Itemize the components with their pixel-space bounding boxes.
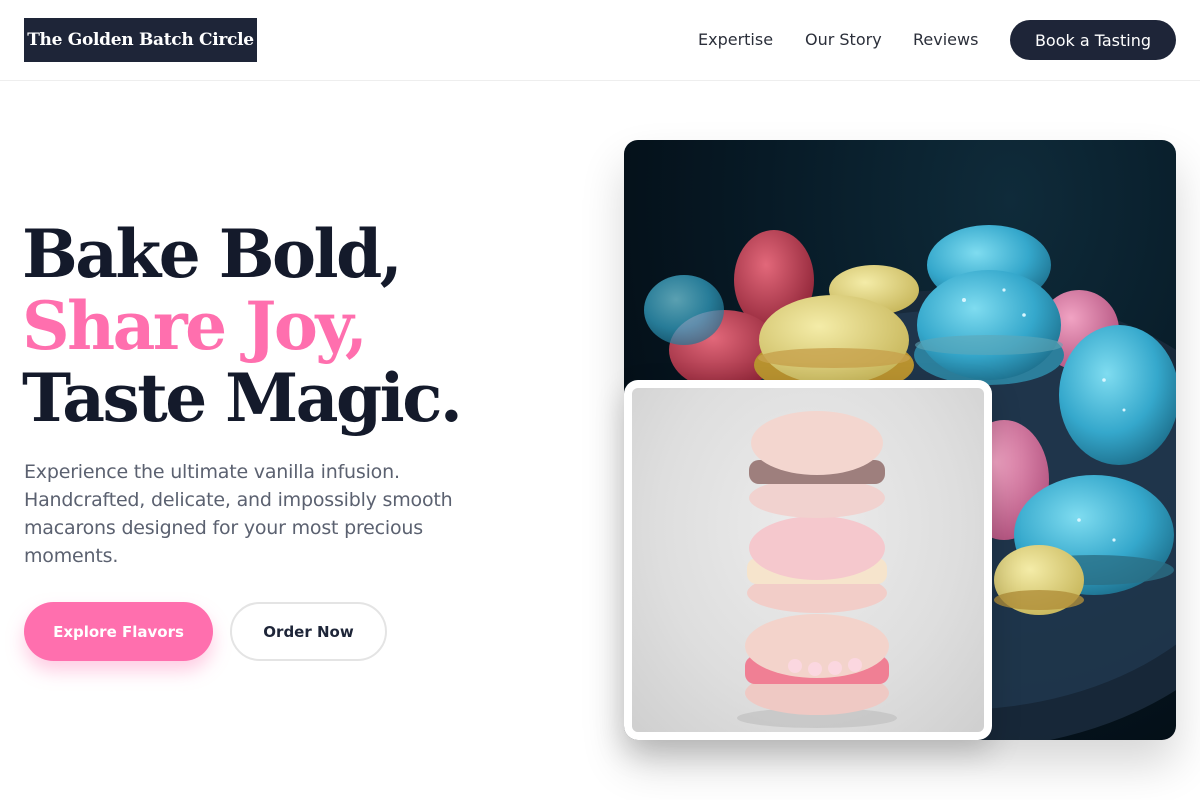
order-now-button[interactable]: Order Now [230,602,387,661]
book-tasting-button[interactable]: Book a Tasting [1010,20,1176,60]
stacked-macarons-photo [632,388,984,732]
stacked-macarons-illustration [737,411,897,728]
headline-line-2: Share Joy, [22,287,368,365]
hero-description: Experience the ultimate vanilla infusion… [24,461,453,567]
brand-logo[interactable]: The Golden Batch Circle [24,18,257,62]
hero-headline: Bake Bold, Share Joy, Taste Magic. [22,218,582,434]
explore-flavors-button[interactable]: Explore Flavors [24,602,213,661]
site-header: The Golden Batch Circle Expertise Our St… [0,0,1200,81]
nav-link-expertise[interactable]: Expertise [698,28,773,52]
nav-link-reviews[interactable]: Reviews [913,28,978,52]
nav-link-our-story[interactable]: Our Story [805,28,882,52]
stacked-macarons-image [624,380,992,740]
headline-line-1: Bake Bold, [22,215,403,293]
headline-line-3: Taste Magic. [22,359,463,437]
